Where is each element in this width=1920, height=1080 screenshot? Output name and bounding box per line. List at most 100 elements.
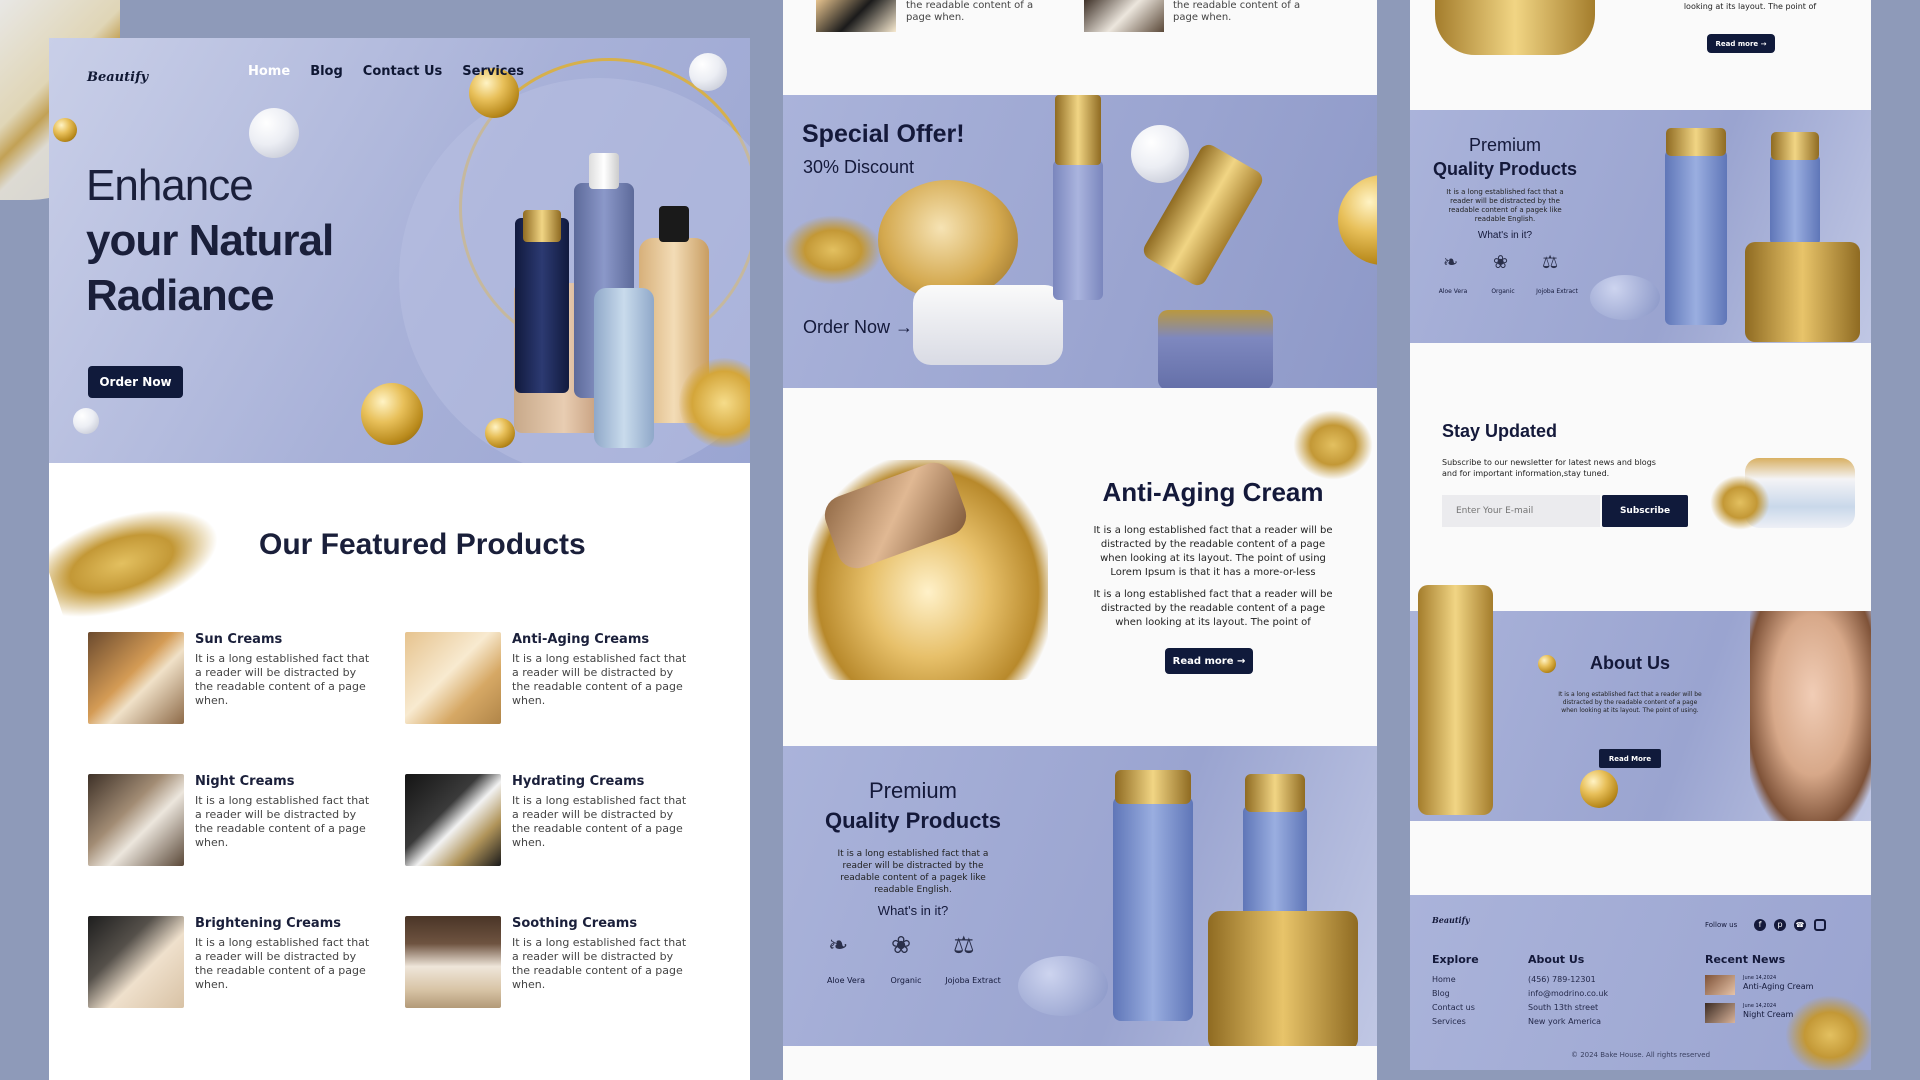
gold-jar-image [1435, 0, 1595, 55]
product-card-anti-aging-creams[interactable]: Anti-Aging Creams It is a long establish… [405, 632, 705, 724]
prev-product-text: the readable content of a page when. [1173, 0, 1301, 23]
gold-tube-image [1418, 585, 1493, 815]
bottle-cap-image [1115, 770, 1191, 804]
aloe-vera-icon: ❧ [1443, 252, 1459, 273]
footer-street: South 13th street [1528, 1003, 1599, 1012]
premium-line1: Premium [1468, 135, 1541, 155]
top-read-more-button[interactable]: Read more → [1707, 34, 1775, 53]
model-portrait-image [1750, 611, 1871, 821]
gold-sphere-decor [1580, 770, 1618, 808]
subscribe-button[interactable]: Subscribe [1602, 495, 1688, 527]
premium-line2: Quality Products [1432, 159, 1578, 179]
premium-line1: Premium [868, 778, 957, 803]
footer: Beautify Follow us f p ☎ Explore Home Bl… [1410, 895, 1871, 1070]
product-card-soothing-creams[interactable]: Soothing Creams It is a long established… [405, 916, 705, 1008]
about-page-panel: looking at its layout. The point of Read… [1410, 0, 1871, 1070]
about-us-description: It is a long established fact that a rea… [1558, 691, 1702, 714]
lavender-jar-image [1158, 310, 1273, 388]
product-card-night-creams[interactable]: Night Creams It is a long established fa… [88, 774, 388, 866]
jojoba-extract-icon: ⚖ [1542, 252, 1559, 273]
organic-icon: ❀ [1493, 252, 1509, 273]
product-title: Soothing Creams [512, 916, 638, 931]
footer-link-services[interactable]: Services [1432, 1015, 1466, 1029]
product-description: It is a long established fact that a rea… [512, 652, 687, 707]
blue-bottle-image [1665, 150, 1727, 325]
special-offer-title: Special Offer! [802, 120, 965, 148]
bottle-cap-image [1666, 128, 1726, 156]
pearl-sphere-decor [73, 408, 99, 434]
nav-services[interactable]: Services [462, 64, 524, 79]
pearl-stone-decor [1590, 275, 1660, 320]
footer-city: New york America [1528, 1017, 1602, 1026]
read-more-button[interactable]: Read more → [1165, 648, 1253, 674]
newsletter-description: Subscribe to our newsletter for latest n… [1442, 458, 1656, 478]
nav-blog[interactable]: Blog [310, 64, 343, 79]
hero-headline-line3: Radiance [86, 271, 275, 320]
night-cream-image [88, 774, 184, 866]
prev-product-text: the readable content of a page when. [906, 0, 1034, 23]
ingredient-label: Organic [890, 976, 922, 985]
about-read-more-button[interactable]: Read More [1599, 749, 1661, 768]
product-description: It is a long established fact that a rea… [512, 936, 687, 991]
gold-sphere-decor [1538, 655, 1556, 673]
news-title[interactable]: Anti-Aging Cream [1743, 982, 1813, 991]
product-card-sun-creams[interactable]: Sun Creams It is a long established fact… [88, 632, 388, 724]
anti-aging-title: Anti-Aging Cream [1102, 477, 1324, 507]
bottle-pump-image [659, 206, 689, 242]
follow-us-label: Follow us [1705, 921, 1738, 929]
pearl-sphere-decor [249, 108, 299, 158]
anti-aging-cream-image [405, 632, 501, 724]
footer-link-blog[interactable]: Blog [1432, 987, 1450, 1001]
blue-bottle-image [1770, 155, 1820, 245]
product-title: Anti-Aging Creams [512, 632, 650, 647]
ingredient-label: Jojoba Extract [945, 976, 1001, 985]
nav-home[interactable]: Home [248, 64, 290, 79]
white-jar-image [913, 285, 1063, 365]
gold-sphere-decor [53, 118, 77, 142]
premium-description: It is a long established fact that a rea… [837, 849, 989, 895]
organic-icon: ❀ [891, 931, 912, 959]
nav-contact-us[interactable]: Contact Us [363, 64, 442, 79]
facebook-icon[interactable]: f [1754, 919, 1766, 931]
footer-logo[interactable]: Beautify [1432, 915, 1470, 925]
product-card-hydrating-creams[interactable]: Hydrating Creams It is a long establishe… [405, 774, 705, 866]
footer-phone: (456) 789-12301 [1528, 975, 1596, 984]
soothing-cream-image [405, 916, 501, 1008]
gold-jar-image [1208, 911, 1358, 1046]
pinterest-icon[interactable]: p [1774, 919, 1786, 931]
whatsapp-icon[interactable]: ☎ [1794, 919, 1806, 931]
prev-product-image [816, 0, 896, 32]
ingredient-label: Jojoba Extract [1536, 288, 1578, 295]
pearl-sphere-decor [1131, 125, 1189, 183]
landing-page-panel: Beautify Home Blog Contact Us Services E… [49, 38, 750, 1080]
product-description: It is a long established fact that a rea… [195, 794, 370, 849]
product-description: It is a long established fact that a rea… [195, 652, 370, 707]
whats-in-it-label: What's in it? [877, 903, 949, 918]
pearl-stone-decor [1018, 956, 1108, 1016]
news-date: June 14,2024 [1743, 1003, 1777, 1009]
footer-link-home[interactable]: Home [1432, 973, 1456, 987]
product-title: Brightening Creams [195, 916, 341, 931]
pearl-sphere-decor [689, 53, 727, 91]
product-card-brightening-creams[interactable]: Brightening Creams It is a long establis… [88, 916, 388, 1008]
footer-email[interactable]: info@modrino.co.uk [1528, 987, 1608, 1001]
gold-jar-image [1745, 242, 1860, 342]
ingredient-label: Organic [1491, 288, 1515, 295]
order-now-link[interactable]: Order Now → [803, 317, 913, 338]
order-now-button[interactable]: Order Now [88, 366, 183, 398]
gold-leaf-decor [783, 215, 883, 285]
bottle-cap-image [1055, 95, 1101, 165]
instagram-icon[interactable] [1814, 919, 1826, 931]
hero-headline-line2: your Natural [86, 216, 334, 265]
product-title: Night Creams [195, 774, 295, 789]
site-logo[interactable]: Beautify [87, 70, 148, 85]
product-title: Hydrating Creams [512, 774, 645, 789]
product-title: Sun Creams [195, 632, 283, 647]
prev-product-image [1084, 0, 1164, 32]
email-input[interactable] [1442, 495, 1600, 527]
footer-link-contact-us[interactable]: Contact us [1432, 1001, 1475, 1015]
gold-sphere-decor [361, 383, 423, 445]
about-us-title: About Us [1590, 653, 1670, 673]
gold-sphere-decor [485, 418, 515, 448]
detail-page-panel: the readable content of a page when. the… [783, 0, 1377, 1080]
